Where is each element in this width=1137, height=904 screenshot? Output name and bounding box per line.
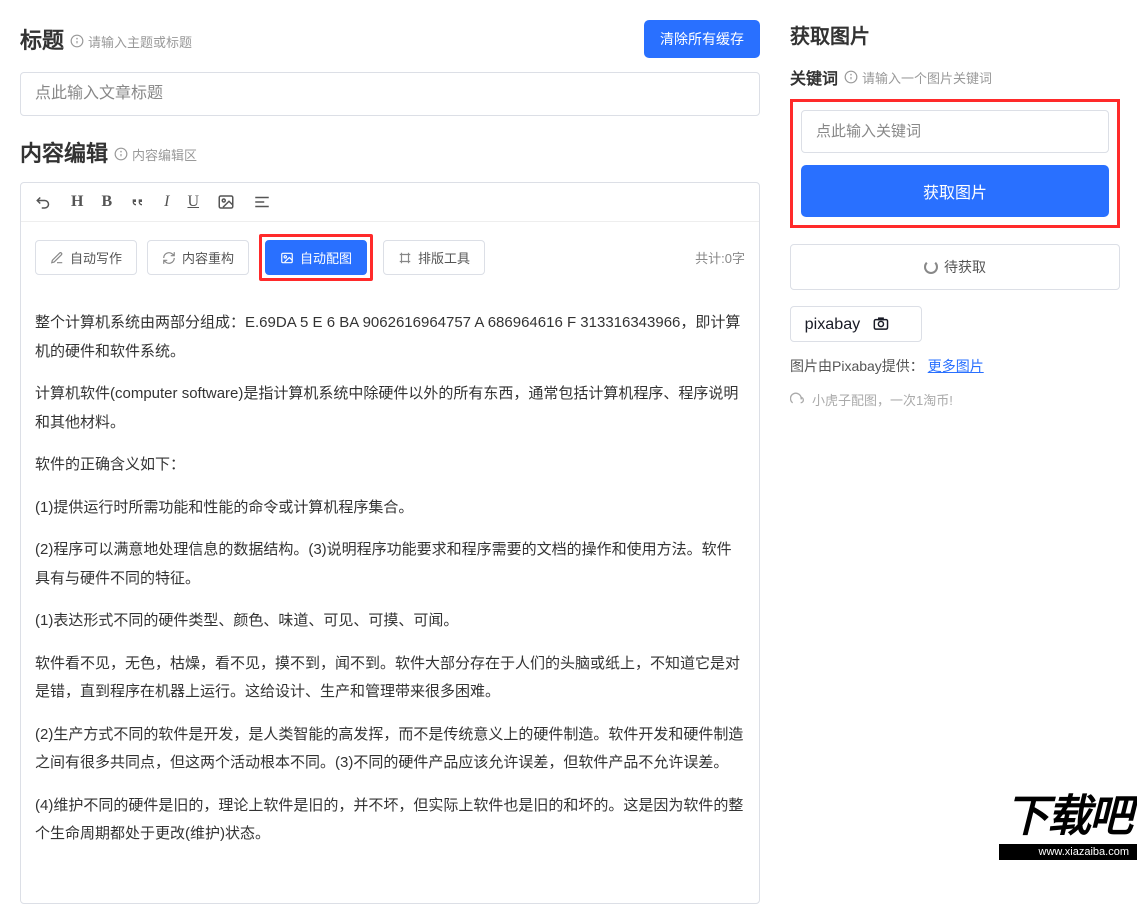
clear-cache-button[interactable]: 清除所有缓存: [644, 20, 760, 58]
title-hint: 请输入主题或标题: [70, 32, 192, 51]
align-icon[interactable]: [253, 193, 271, 211]
italic-icon[interactable]: I: [164, 193, 169, 211]
heading-icon[interactable]: H: [71, 193, 83, 211]
svg-text:pixabay: pixabay: [805, 315, 862, 333]
title-section-label: 标题: [20, 23, 64, 55]
underline-icon[interactable]: U: [187, 193, 199, 211]
get-image-title: 获取图片: [790, 20, 1120, 49]
keyword-label: 关键词: [790, 65, 838, 89]
loading-icon: [924, 260, 938, 274]
paragraph: 软件看不见，无色，枯燥，看不见，摸不到，闻不到。软件大部分存在于人们的头脑或纸上…: [35, 650, 745, 707]
more-images-link[interactable]: 更多图片: [928, 358, 984, 374]
auto-image-button[interactable]: 自动配图: [265, 240, 367, 275]
paragraph: (2)程序可以满意地处理信息的数据结构。(3)说明程序功能要求和程序需要的文档的…: [35, 536, 745, 593]
auto-image-highlight: 自动配图: [259, 234, 373, 281]
article-title-input[interactable]: [20, 72, 760, 116]
paragraph: 整个计算机系统由两部分组成：E.69DA 5 E 6 BA 9062616964…: [35, 309, 745, 366]
image-icon[interactable]: [217, 193, 235, 211]
restructure-button[interactable]: 内容重构: [147, 240, 249, 275]
layout-tool-button[interactable]: 排版工具: [383, 240, 485, 275]
footer-note: 小虎子配图，一次1淘币!: [790, 390, 1120, 409]
info-icon: [70, 34, 84, 48]
word-count: 共计:0字: [695, 248, 745, 267]
undo-icon[interactable]: [35, 193, 53, 211]
pixabay-badge: pixabay: [790, 306, 922, 342]
format-toolbar: H B I U: [21, 183, 759, 222]
bold-icon[interactable]: B: [101, 193, 112, 211]
image-credit: 图片由Pixabay提供： 更多图片: [790, 356, 1120, 376]
pending-status: 待获取: [790, 244, 1120, 290]
keyword-hint: 请输入一个图片关键词: [844, 68, 992, 87]
editor-section-label: 内容编辑: [20, 136, 108, 168]
editor-container: H B I U 自动写作: [20, 182, 760, 904]
paragraph: (2)生产方式不同的软件是开发，是人类智能的高发挥，而不是传统意义上的硬件制造。…: [35, 721, 745, 778]
cloud-icon: [790, 392, 806, 408]
paragraph: (1)提供运行时所需功能和性能的命令或计算机程序集合。: [35, 494, 745, 523]
editor-content[interactable]: 整个计算机系统由两部分组成：E.69DA 5 E 6 BA 9062616964…: [21, 293, 759, 903]
action-toolbar: 自动写作 内容重构 自动配图 排版工具 共计:0字: [21, 222, 759, 293]
auto-write-button[interactable]: 自动写作: [35, 240, 137, 275]
quote-icon[interactable]: [130, 194, 146, 210]
paragraph: (4)维护不同的硬件是旧的，理论上软件是旧的，并不坏，但实际上软件也是旧的和坏的…: [35, 792, 745, 849]
keyword-input[interactable]: [801, 110, 1109, 153]
editor-hint: 内容编辑区: [114, 145, 197, 164]
info-icon: [844, 70, 858, 84]
paragraph: (1)表达形式不同的硬件类型、颜色、味道、可见、可摸、可闻。: [35, 607, 745, 636]
info-icon: [114, 147, 128, 161]
keyword-highlight-box: 获取图片: [790, 99, 1120, 228]
paragraph: 计算机软件(computer software)是指计算机系统中除硬件以外的所有…: [35, 380, 745, 437]
paragraph: 软件的正确含义如下：: [35, 451, 745, 480]
get-image-button[interactable]: 获取图片: [801, 165, 1109, 217]
